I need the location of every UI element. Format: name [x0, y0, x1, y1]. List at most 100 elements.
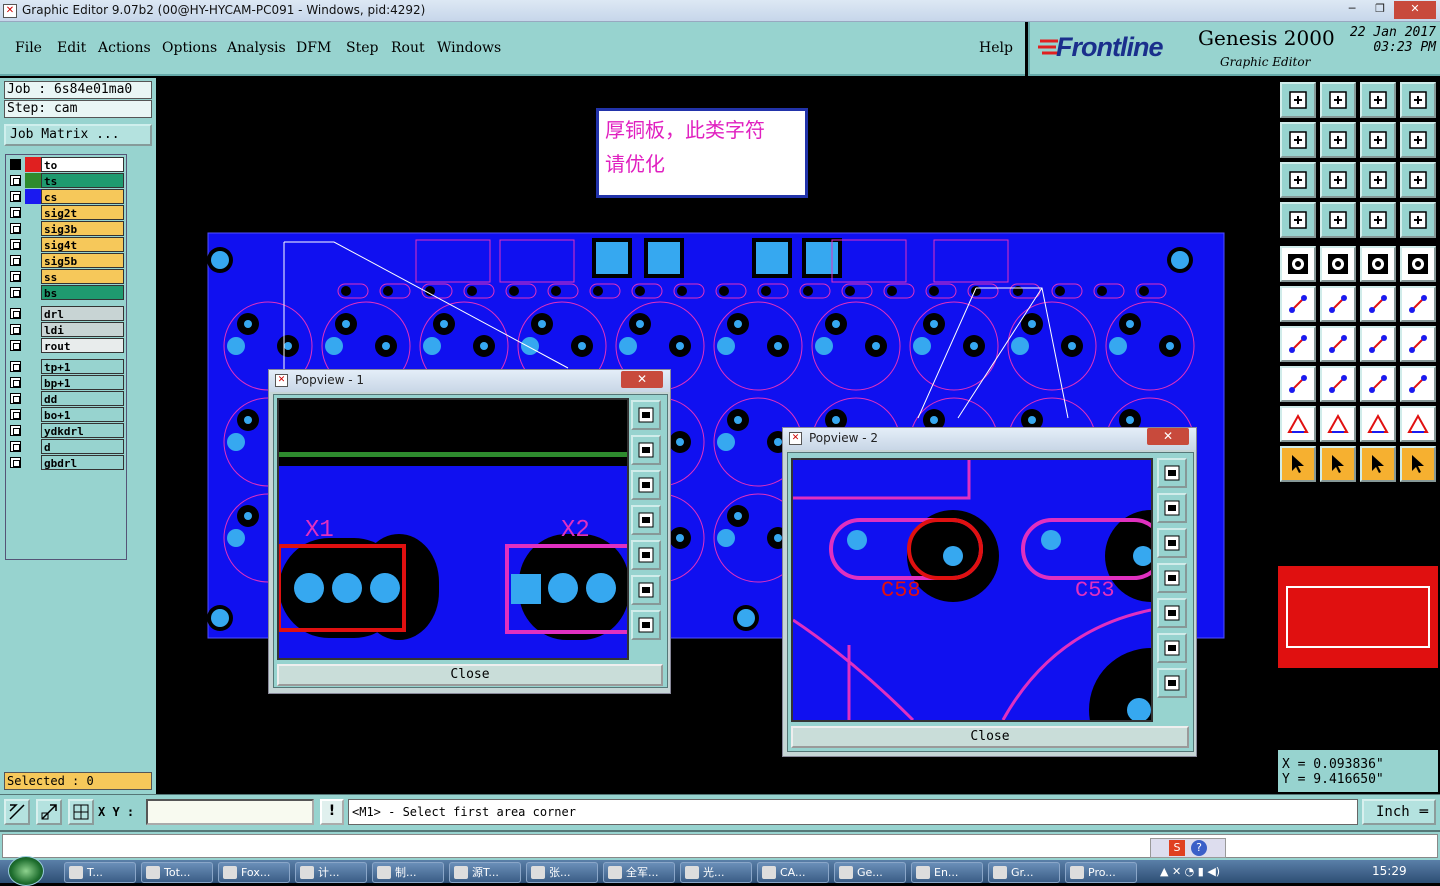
- tray-icons[interactable]: ▲ ✕ ◔ ▮ ◀): [1160, 865, 1220, 878]
- center-icon[interactable]: [1320, 162, 1356, 198]
- layer-checkbox[interactable]: [10, 340, 21, 351]
- popview-2-close-x[interactable]: ✕: [1147, 428, 1189, 445]
- right-icon[interactable]: [1320, 122, 1356, 158]
- layer-color-swatch[interactable]: [25, 285, 41, 300]
- xy-input[interactable]: [146, 799, 314, 825]
- help-icon[interactable]: ?: [1191, 840, 1207, 856]
- layer-checkbox[interactable]: [10, 361, 21, 372]
- layer-row-dd[interactable]: dd: [6, 391, 126, 406]
- layer-row-bs[interactable]: bs: [6, 285, 126, 300]
- layer-color-swatch[interactable]: [25, 407, 41, 422]
- layer-checkbox[interactable]: [10, 207, 21, 218]
- popview-tool-icon-4[interactable]: [1157, 563, 1187, 593]
- mirror-icon[interactable]: [1360, 122, 1396, 158]
- layer-color-swatch[interactable]: [25, 375, 41, 390]
- settings-icon[interactable]: [1280, 202, 1316, 238]
- select-icon[interactable]: [1280, 366, 1316, 402]
- taskbar-item[interactable]: CA...: [757, 862, 829, 883]
- popview-tool-icon-1[interactable]: [1157, 458, 1187, 488]
- layer-checkbox[interactable]: [10, 191, 21, 202]
- popview-1-close-button[interactable]: Close: [277, 664, 663, 686]
- layer-color-swatch[interactable]: [25, 189, 41, 204]
- layer-row-sig2t[interactable]: sig2t: [6, 205, 126, 220]
- popview-tool-icon-2[interactable]: [1157, 493, 1187, 523]
- layer-checkbox[interactable]: [10, 409, 21, 420]
- rotate-icon[interactable]: [1360, 326, 1396, 362]
- cross-icon[interactable]: [1320, 286, 1356, 322]
- input-method-tray[interactable]: S ?: [1150, 838, 1226, 858]
- circle-icon[interactable]: [1400, 246, 1436, 282]
- layers-red2-icon[interactable]: [1400, 202, 1436, 238]
- zoom-area-icon[interactable]: [4, 799, 30, 825]
- layer-color-swatch[interactable]: [25, 322, 41, 337]
- popview-1-viewport[interactable]: X1 X2: [277, 398, 629, 660]
- popview-tool-icon-2[interactable]: [631, 435, 661, 465]
- network-icon[interactable]: [1280, 286, 1316, 322]
- popview-tool-icon-1[interactable]: [631, 400, 661, 430]
- layer-color-swatch[interactable]: [25, 439, 41, 454]
- taskbar-item[interactable]: Tot...: [141, 862, 213, 883]
- taskbar-item[interactable]: 源T...: [449, 862, 521, 883]
- flag-icon[interactable]: [1400, 326, 1436, 362]
- menu-rout[interactable]: Rout: [391, 40, 425, 56]
- angle-icon[interactable]: [1280, 326, 1316, 362]
- units-select[interactable]: Inch ═: [1362, 799, 1436, 825]
- layer-color-swatch[interactable]: [25, 391, 41, 406]
- shapes-icon[interactable]: [1400, 366, 1436, 402]
- layer-row-sig5b[interactable]: sig5b: [6, 253, 126, 268]
- layer-checkbox[interactable]: [10, 441, 21, 452]
- triangle3-icon[interactable]: [1360, 406, 1396, 442]
- taskbar-item[interactable]: Gr...: [988, 862, 1060, 883]
- layer-checkbox[interactable]: [10, 287, 21, 298]
- layer-color-swatch[interactable]: [25, 269, 41, 284]
- menu-actions[interactable]: Actions: [98, 40, 151, 56]
- layer-row-ldi[interactable]: ldi: [6, 322, 126, 337]
- layer-row-sig3b[interactable]: sig3b: [6, 221, 126, 236]
- taskbar-item[interactable]: En...: [911, 862, 983, 883]
- popview-tool-icon-7[interactable]: [631, 610, 661, 640]
- layer-row-rout[interactable]: rout: [6, 338, 126, 353]
- menu-options[interactable]: Options: [162, 40, 217, 56]
- job-matrix-button[interactable]: Job Matrix ...: [4, 124, 152, 146]
- taskbar-item[interactable]: Ge...: [834, 862, 906, 883]
- layer-color-swatch[interactable]: [25, 237, 41, 252]
- layer-color-swatch[interactable]: [25, 253, 41, 268]
- minimize-button[interactable]: ─: [1338, 1, 1366, 19]
- start-button[interactable]: [8, 856, 44, 886]
- triangle2-icon[interactable]: [1320, 406, 1356, 442]
- popview-tool-icon-7[interactable]: [1157, 668, 1187, 698]
- line-icon[interactable]: [1360, 286, 1396, 322]
- minus-icon[interactable]: [1320, 366, 1356, 402]
- popview-2-viewport[interactable]: C58 C53: [791, 458, 1153, 722]
- close-window-button[interactable]: ✕: [1394, 1, 1436, 19]
- grid-icon[interactable]: [68, 799, 94, 825]
- taskbar-item[interactable]: 全军...: [603, 862, 675, 883]
- taskbar-item[interactable]: Pro...: [1065, 862, 1137, 883]
- layer-color-swatch[interactable]: [25, 157, 41, 172]
- taskbar-item[interactable]: 制...: [372, 862, 444, 883]
- split-icon[interactable]: [1400, 122, 1436, 158]
- taskbar-item[interactable]: Fox...: [218, 862, 290, 883]
- popview-tool-icon-6[interactable]: [1157, 633, 1187, 663]
- fit-icon[interactable]: [1320, 82, 1356, 118]
- layer-color-swatch[interactable]: [25, 455, 41, 470]
- cursor2-icon[interactable]: [1320, 446, 1356, 482]
- menu-help[interactable]: Help: [979, 40, 1013, 56]
- taskbar-item[interactable]: 光...: [680, 862, 752, 883]
- popview-tool-icon-3[interactable]: [631, 470, 661, 500]
- popview-1-close-x[interactable]: ✕: [621, 371, 663, 388]
- taskbar-item[interactable]: T...: [64, 862, 136, 883]
- layer-checkbox[interactable]: [10, 457, 21, 468]
- overview-map[interactable]: [1278, 488, 1438, 748]
- scale-icon[interactable]: [1360, 162, 1396, 198]
- warning-button[interactable]: !: [320, 799, 344, 825]
- snap-icon[interactable]: [36, 799, 62, 825]
- overview-viewport-frame[interactable]: [1286, 586, 1430, 648]
- help-icon[interactable]: [1400, 162, 1436, 198]
- popview-tool-icon-4[interactable]: [631, 505, 661, 535]
- layer-row-bp+1[interactable]: bp+1: [6, 375, 126, 390]
- menu-dfm[interactable]: DFM: [296, 40, 331, 56]
- popview-tool-icon-3[interactable]: [1157, 528, 1187, 558]
- menu-edit[interactable]: Edit: [57, 40, 86, 56]
- layer-row-ts[interactable]: ts: [6, 173, 126, 188]
